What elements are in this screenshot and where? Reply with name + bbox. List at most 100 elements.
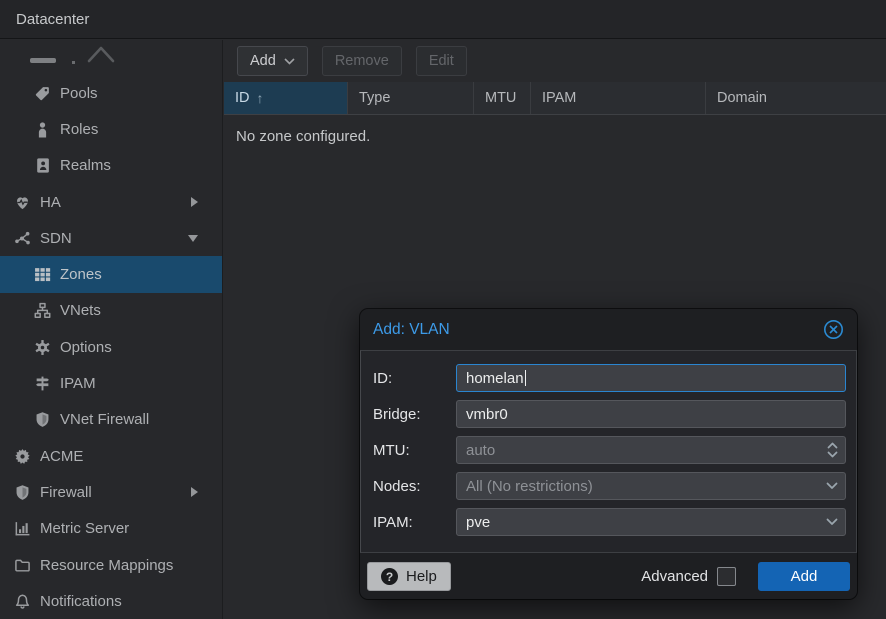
sidebar-item-zones[interactable]: Zones (0, 256, 222, 292)
sidebar-item-label: Realms (60, 157, 111, 174)
signpost-icon (34, 375, 51, 392)
field-row-nodes: Nodes: All (No restrictions) (373, 472, 846, 500)
sidebar-item-firewall[interactable]: Firewall (0, 474, 222, 510)
grid-icon (34, 266, 51, 283)
column-label: IPAM (542, 90, 576, 106)
id-input-value: homelan (466, 370, 524, 387)
sidebar-item-label: HA (40, 194, 61, 211)
folder-icon (14, 557, 31, 574)
top-bar: Datacenter (0, 0, 886, 39)
advanced-checkbox[interactable] (717, 567, 736, 586)
spinner-down-icon[interactable] (827, 451, 838, 458)
sidebar-item-roles[interactable]: Roles (0, 111, 222, 147)
toolbar: Add Remove Edit (224, 40, 886, 82)
sidebar-item-ipam[interactable]: IPAM (0, 365, 222, 401)
nodes-field-label: Nodes: (373, 478, 456, 495)
user-icon (34, 121, 51, 138)
column-header-domain[interactable]: Domain (706, 82, 886, 114)
sidebar-item-vnet-firewall[interactable]: VNet Firewall (0, 402, 222, 438)
bridge-input-value: vmbr0 (466, 406, 508, 423)
caret-down-icon[interactable] (188, 235, 198, 242)
remove-button[interactable]: Remove (322, 46, 402, 76)
sidebar-item-sdn[interactable]: SDN (0, 220, 222, 256)
bell-icon (14, 593, 31, 610)
sidebar-item-label: Roles (60, 121, 98, 138)
table-header: ID ↑ Type MTU IPAM Domain (224, 82, 886, 115)
column-label: Type (359, 90, 390, 106)
sidebar-item-notifications[interactable]: Notifications (0, 583, 222, 619)
id-input[interactable]: homelan (456, 364, 846, 392)
sidebar-item-label: SDN (40, 230, 72, 247)
id-field-label: ID: (373, 370, 456, 387)
heartbeat-icon (14, 194, 31, 211)
ipam-dropdown-value: pve (466, 514, 490, 531)
bar-chart-icon (14, 520, 31, 537)
sidebar-item-label: Pools (60, 85, 98, 102)
dialog-footer: ? Help Advanced Add (360, 554, 857, 599)
dialog-body: ID: homelan Bridge: vmbr0 MTU: auto (360, 350, 857, 553)
sidebar-item-label: Firewall (40, 484, 92, 501)
column-header-mtu[interactable]: MTU (474, 82, 531, 114)
sort-asc-icon: ↑ (257, 90, 264, 106)
sidebar-item-label: Options (60, 339, 112, 356)
text-caret (525, 370, 526, 386)
sidebar-item-acme[interactable]: ACME (0, 438, 222, 474)
caret-right-icon[interactable] (191, 487, 198, 497)
column-header-id[interactable]: ID ↑ (224, 82, 348, 114)
chevron-down-icon (284, 58, 295, 65)
nodes-dropdown[interactable]: All (No restrictions) (456, 472, 846, 500)
sidebar-item-realms[interactable]: Realms (0, 148, 222, 184)
close-icon (823, 319, 844, 340)
edit-button-label: Edit (429, 53, 454, 69)
sidebar-item-label: VNet Firewall (60, 411, 149, 428)
column-label: MTU (485, 90, 516, 106)
sidebar-item-label: VNets (60, 302, 101, 319)
field-row-bridge: Bridge: vmbr0 (373, 400, 846, 428)
partial-item-icon (30, 58, 56, 63)
sitemap-icon (34, 302, 51, 319)
help-button[interactable]: ? Help (367, 562, 451, 591)
sidebar-item-metric-server[interactable]: Metric Server (0, 511, 222, 547)
close-button[interactable] (823, 319, 844, 340)
edit-button[interactable]: Edit (416, 46, 467, 76)
column-header-ipam[interactable]: IPAM (531, 82, 706, 114)
spinner-up-icon[interactable] (827, 442, 838, 449)
mtu-spinner[interactable]: auto (456, 436, 846, 464)
page-title: Datacenter (16, 11, 89, 28)
sidebar-item-label: ACME (40, 448, 83, 465)
bridge-field-label: Bridge: (373, 406, 456, 423)
dialog-title: Add: VLAN (373, 321, 823, 339)
ipam-dropdown[interactable]: pve (456, 508, 846, 536)
sidebar-item-options[interactable]: Options (0, 329, 222, 365)
chevron-up-icon (84, 44, 118, 64)
remove-button-label: Remove (335, 53, 389, 69)
submit-add-label: Add (791, 568, 818, 585)
sidebar-item-label: Metric Server (40, 520, 129, 537)
nodes-dropdown-value: All (No restrictions) (466, 478, 593, 495)
caret-right-icon[interactable] (191, 197, 198, 207)
field-row-ipam: IPAM: pve (373, 508, 846, 536)
address-book-icon (34, 157, 51, 174)
submit-add-button[interactable]: Add (758, 562, 850, 591)
sidebar-item-ha[interactable]: HA (0, 184, 222, 220)
column-header-type[interactable]: Type (348, 82, 474, 114)
sidebar-item-pools[interactable]: Pools (0, 75, 222, 111)
sidebar-item-label: Resource Mappings (40, 557, 173, 574)
advanced-label: Advanced (641, 568, 708, 585)
mtu-input-value: auto (466, 442, 495, 459)
sidebar-item-partial[interactable] (0, 40, 222, 75)
gear-icon (34, 339, 51, 356)
sidebar-item-vnets[interactable]: VNets (0, 293, 222, 329)
help-button-label: Help (406, 568, 437, 585)
chevron-down-icon[interactable] (826, 518, 838, 526)
sidebar: Pools Roles Realms HA SDN Zones (0, 40, 223, 619)
sidebar-item-resource-mappings[interactable]: Resource Mappings (0, 547, 222, 583)
tags-icon (34, 85, 51, 102)
add-vlan-dialog: Add: VLAN ID: homelan Bridge: vmbr0 MTU: (360, 309, 857, 599)
shield-icon (34, 411, 51, 428)
chevron-down-icon[interactable] (826, 482, 838, 490)
dialog-header[interactable]: Add: VLAN (360, 309, 857, 350)
bridge-input[interactable]: vmbr0 (456, 400, 846, 428)
ipam-field-label: IPAM: (373, 514, 456, 531)
add-button[interactable]: Add (237, 46, 308, 76)
